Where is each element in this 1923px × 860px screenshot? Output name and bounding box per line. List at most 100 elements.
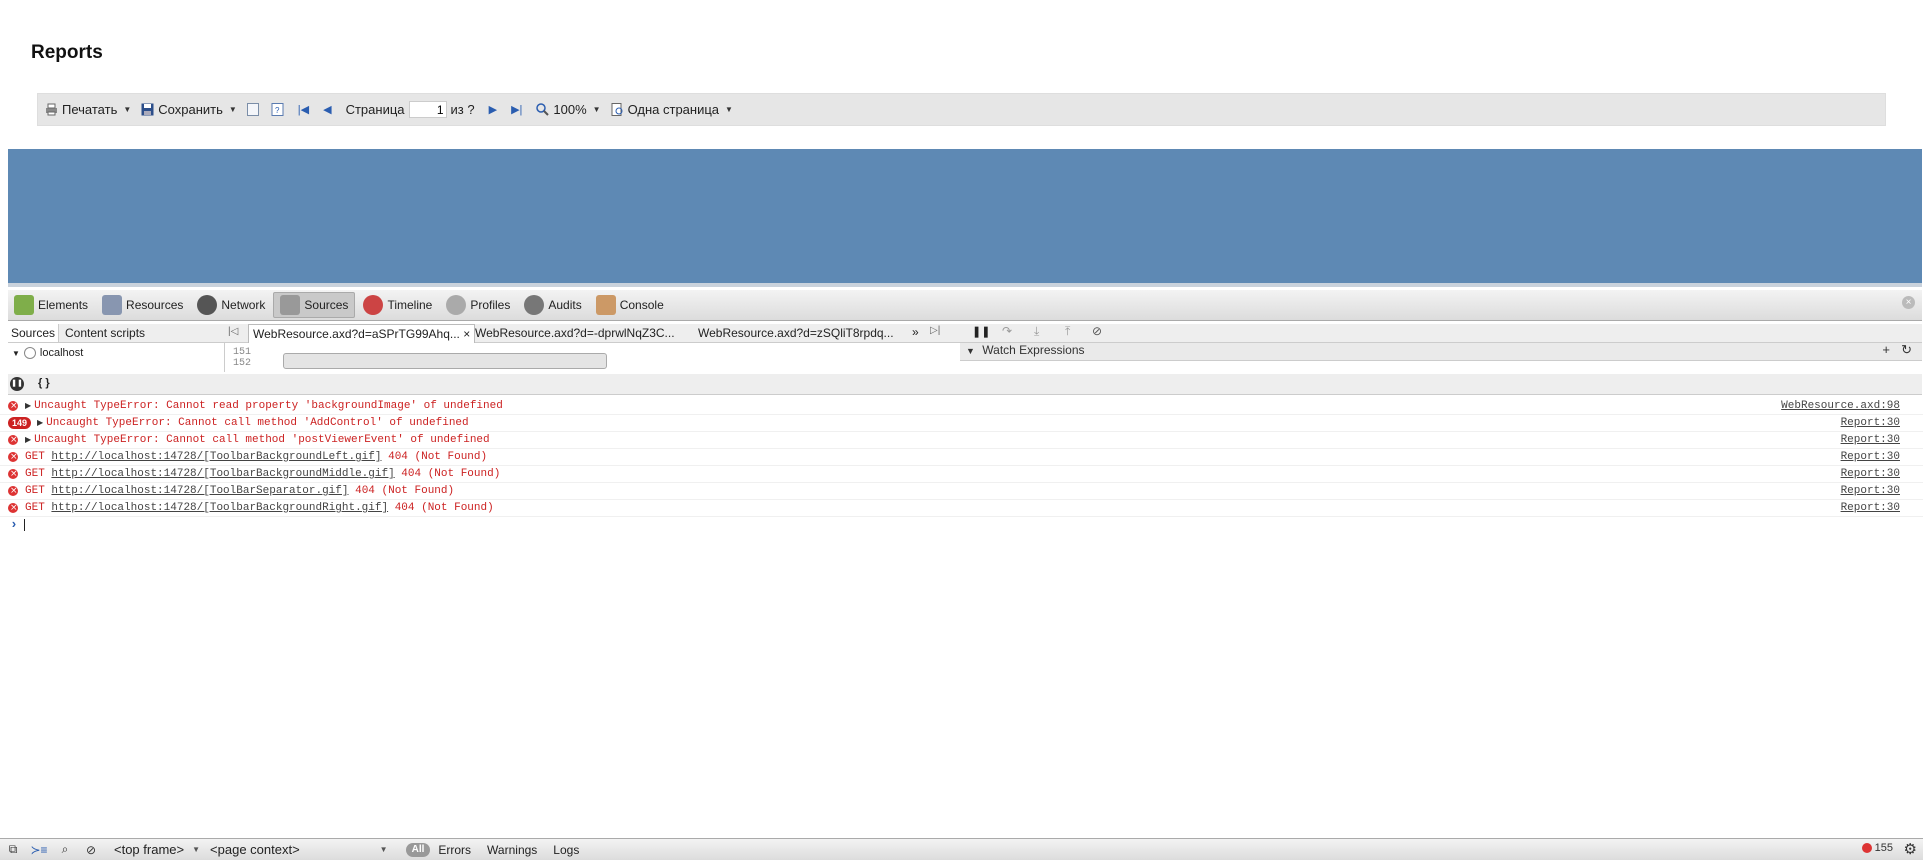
context-select-value: <page context> (210, 842, 300, 857)
source-link[interactable]: WebResource.axd:98 (1781, 398, 1900, 414)
chevron-down-icon: ▼ (228, 105, 237, 114)
source-link[interactable]: Report:30 (1841, 432, 1900, 448)
view-mode-dropdown[interactable]: Одна страница ▼ (611, 102, 733, 117)
toggle-debugger-icon[interactable]: ▷| (930, 325, 940, 336)
previous-page-icon[interactable]: ◀ (323, 103, 331, 116)
source-link[interactable]: Report:30 (1841, 500, 1900, 516)
file-tab[interactable]: WebResource.axd?d=zSQliT8rpdq... (694, 324, 898, 342)
console-message[interactable]: GET http://localhost:14728/[ToolbarBackg… (0, 449, 1923, 466)
source-link[interactable]: Report:30 (1841, 449, 1900, 465)
pause-icon[interactable]: ❚❚ (972, 325, 990, 338)
show-console-icon[interactable]: ≻≡ (28, 841, 50, 859)
source-link[interactable]: Report:30 (1841, 466, 1900, 482)
step-into-icon[interactable]: ⤓ (1034, 324, 1039, 339)
tab-label: Console (619, 298, 664, 312)
tab-elements[interactable]: Elements (8, 292, 94, 318)
tab-content-scripts[interactable]: Content scripts (62, 324, 148, 342)
deactivate-breakpoints-icon[interactable]: ⊘ (1092, 324, 1102, 338)
parameters-icon[interactable]: ? (271, 103, 284, 116)
repeat-count-badge: 149 (8, 417, 31, 429)
document-map-icon[interactable] (246, 103, 259, 116)
network-icon (197, 295, 218, 315)
tab-label: Resources (126, 298, 184, 312)
console-prompt[interactable]: › (0, 517, 1923, 533)
gear-icon[interactable]: ⚙ (1904, 840, 1917, 858)
expand-triangle-icon[interactable]: ▶ (25, 402, 31, 411)
console-message[interactable]: ▶Uncaught TypeError: Cannot read propert… (0, 398, 1923, 415)
error-count[interactable]: 155 (1861, 842, 1893, 854)
request-method: GET (25, 485, 45, 497)
expand-triangle-icon[interactable]: ▶ (25, 436, 31, 445)
sources-icon (280, 295, 301, 315)
tab-timeline[interactable]: Timeline (357, 292, 438, 318)
floppy-disk-icon (141, 103, 154, 116)
zoom-dropdown[interactable]: 100% ▼ (536, 102, 601, 117)
more-tabs-icon[interactable]: » (912, 325, 919, 339)
console-message[interactable]: GET http://localhost:14728/[ToolBarSepar… (0, 483, 1923, 500)
elements-icon (14, 295, 34, 315)
next-page-icon[interactable]: ▶ (489, 103, 497, 116)
clear-console-icon[interactable]: ⊘ (80, 841, 102, 859)
error-count-value: 155 (1874, 842, 1893, 854)
save-button[interactable]: Сохранить ▼ (141, 102, 237, 117)
request-url-link[interactable]: http://localhost:14728/[ToolBarSeparator… (51, 485, 348, 497)
last-page-icon[interactable]: ▶| (511, 103, 522, 116)
request-status: 404 (Not Found) (388, 451, 488, 463)
request-url-link[interactable]: http://localhost:14728/[ToolbarBackgroun… (51, 502, 388, 514)
filter-warnings[interactable]: Warnings (487, 843, 537, 857)
toggle-navigator-icon[interactable]: |◁ (228, 326, 238, 337)
debugger-controls: ❚❚ ↷ ⤓ ⤒ ⊘ (960, 324, 1922, 342)
filter-all[interactable]: All (405, 842, 431, 857)
request-status: 404 (Not Found) (355, 485, 455, 497)
context-select[interactable]: <page context> ▼ (210, 842, 388, 857)
print-button[interactable]: Печатать ▼ (45, 102, 131, 117)
request-url-link[interactable]: http://localhost:14728/[ToolbarBackgroun… (51, 451, 381, 463)
tab-label: Timeline (387, 298, 433, 312)
page-title: Reports (31, 42, 103, 63)
dock-icon[interactable]: ⧉ (2, 841, 24, 859)
search-icon[interactable]: ⌕ (54, 841, 76, 859)
chevron-down-icon: ▼ (725, 105, 733, 114)
pause-on-exceptions-icon[interactable]: ❚❚ (10, 377, 24, 391)
request-status: 404 (Not Found) (401, 468, 501, 480)
filter-errors[interactable]: Errors (438, 843, 471, 857)
report-content-area (8, 149, 1922, 283)
expand-triangle-icon[interactable]: ▶ (37, 419, 43, 428)
source-link[interactable]: Report:30 (1841, 483, 1900, 499)
tab-network[interactable]: Network (191, 292, 271, 318)
tab-profiles[interactable]: Profiles (440, 292, 516, 318)
sources-tree: ▼ localhost (8, 343, 223, 372)
request-url-link[interactable]: http://localhost:14728/[ToolbarBackgroun… (51, 468, 394, 480)
tab-audits[interactable]: Audits (518, 292, 587, 318)
step-over-icon[interactable]: ↷ (1002, 324, 1012, 338)
filter-logs[interactable]: Logs (553, 843, 579, 857)
tab-sources[interactable]: Sources (273, 292, 356, 318)
console-message[interactable]: ▶Uncaught TypeError: Cannot call method … (0, 432, 1923, 449)
file-tab[interactable]: WebResource.axd?d=-dprwlNqZ3C... (471, 324, 679, 342)
printer-icon (46, 103, 57, 116)
watch-expressions-header[interactable]: ▼ Watch Expressions + ↻ (960, 342, 1922, 361)
refresh-icon[interactable]: ↻ (1901, 342, 1912, 358)
console-message[interactable]: 149 ▶ Uncaught TypeError: Cannot call met… (0, 415, 1923, 432)
first-page-icon[interactable]: |◀ (298, 103, 309, 116)
tree-item-localhost[interactable]: ▼ localhost (8, 343, 223, 359)
tab-console[interactable]: Console (590, 292, 670, 318)
view-mode-label: Одна страница (627, 102, 720, 117)
frame-select[interactable]: <top frame> ▼ (114, 842, 200, 857)
console-message[interactable]: GET http://localhost:14728/[ToolbarBackg… (0, 466, 1923, 483)
chevron-down-icon: ▼ (379, 845, 388, 854)
pretty-print-icon[interactable]: { } (38, 377, 50, 389)
tab-label: Network (221, 298, 266, 312)
tab-sources-tree[interactable]: Sources (8, 324, 60, 342)
horizontal-scrollbar[interactable] (283, 353, 607, 369)
page-number-input[interactable] (408, 101, 447, 118)
request-status: 404 (Not Found) (394, 502, 494, 514)
step-out-icon[interactable]: ⤒ (1065, 324, 1070, 339)
console-message[interactable]: GET http://localhost:14728/[ToolbarBackg… (0, 500, 1923, 517)
close-devtools-icon[interactable]: × (1902, 296, 1915, 309)
close-icon[interactable]: × (463, 327, 470, 341)
source-link[interactable]: Report:30 (1841, 415, 1900, 431)
add-icon[interactable]: + (1882, 342, 1890, 357)
file-tab[interactable]: WebResource.axd?d=aSPrTG99Ahq... × (248, 324, 476, 343)
tab-resources[interactable]: Resources (96, 292, 189, 318)
